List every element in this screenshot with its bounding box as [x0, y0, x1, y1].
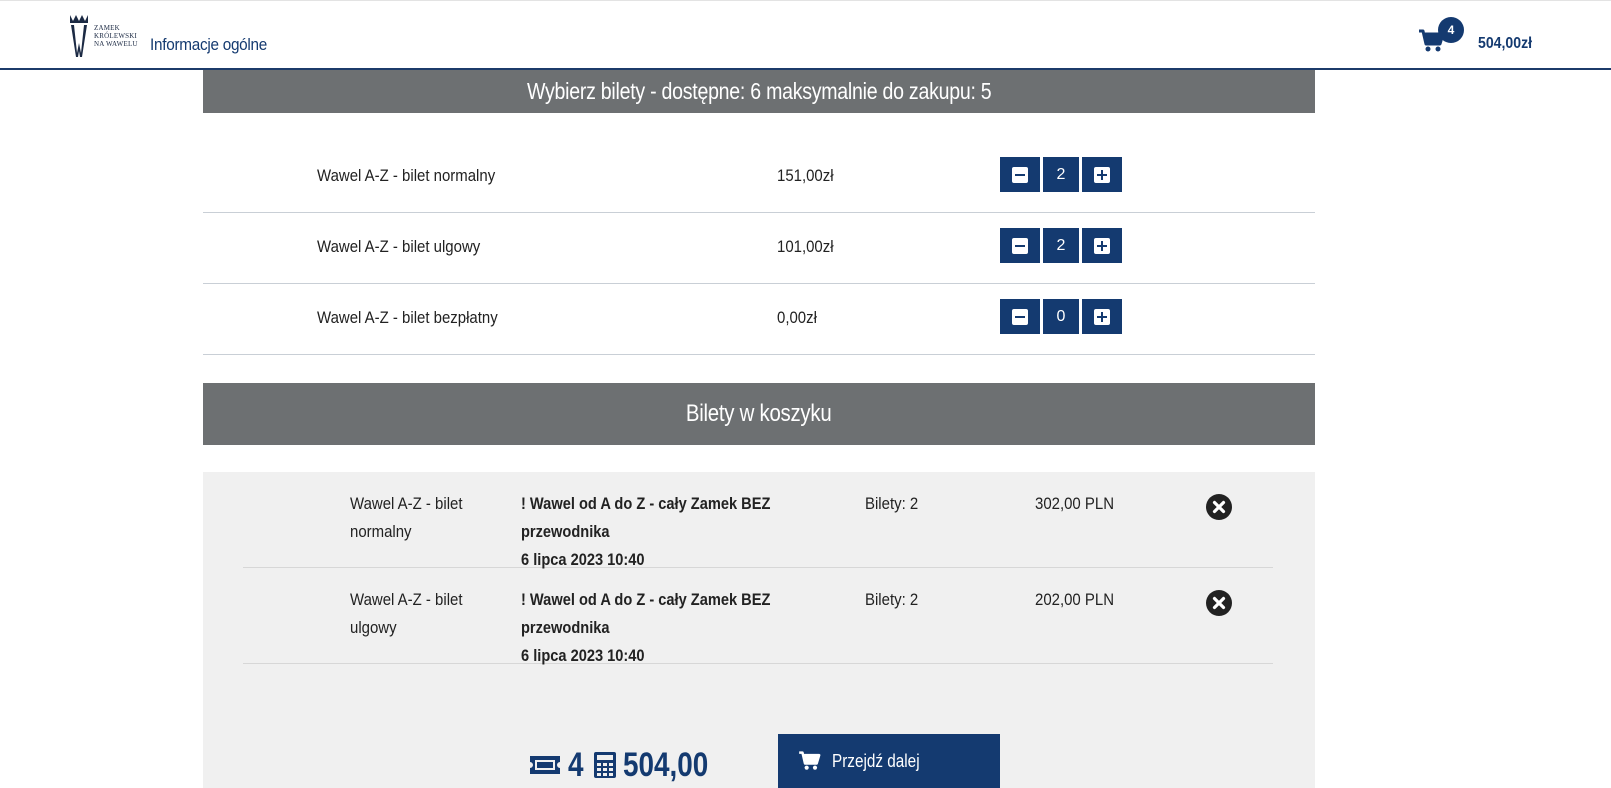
- cart-item-count: Bilety: 2: [865, 494, 919, 513]
- cart-item: Wawel A-Z - bilet normalny ! Wawel od A …: [243, 472, 1273, 569]
- minus-icon: [1012, 166, 1028, 183]
- cart-item-count: Bilety: 2: [865, 590, 919, 609]
- quantity-value: 2: [1043, 157, 1079, 192]
- logo-line-1: ZAMEK: [94, 24, 120, 32]
- cart-tickets-title: Bilety w koszyku: [686, 400, 832, 427]
- cart-item-tour: ! Wawel od A do Z - cały Zamek BEZ przew…: [521, 494, 771, 541]
- plus-icon: [1094, 308, 1110, 325]
- summary-ticket-count: 4: [568, 745, 584, 784]
- cart-item-date: 6 lipca 2023 10:40: [521, 646, 645, 665]
- ticket-row-free: Wawel A-Z - bilet bezpłatny 0,00zł 0: [203, 284, 1315, 355]
- header-cart[interactable]: 4 504,00zł: [1418, 17, 1538, 57]
- cart-icon: [799, 751, 821, 770]
- cart-item-name: Wawel A-Z - bilet normalny: [350, 494, 463, 541]
- cart-total: 504,00zł: [1478, 35, 1533, 52]
- site-logo[interactable]: ZAMEK KRÓLEWSKI NA WAWELU: [68, 13, 138, 59]
- increase-button[interactable]: [1082, 157, 1122, 192]
- top-bar: ZAMEK KRÓLEWSKI NA WAWELU Informacje ogó…: [0, 0, 1611, 70]
- cart-item: Wawel A-Z - bilet ulgowy ! Wawel od A do…: [243, 568, 1273, 665]
- quantity-stepper: 2: [1000, 228, 1122, 263]
- ticket-price: 101,00zł: [777, 237, 834, 256]
- ticket-name: Wawel A-Z - bilet ulgowy: [317, 237, 481, 256]
- ticket-price: 0,00zł: [777, 308, 817, 327]
- decrease-button[interactable]: [1000, 157, 1040, 192]
- ticket-price: 151,00zł: [777, 166, 834, 185]
- increase-button[interactable]: [1082, 228, 1122, 263]
- cart-item-description: ! Wawel od A do Z - cały Zamek BEZ przew…: [521, 490, 796, 574]
- ticket-row-reduced: Wawel A-Z - bilet ulgowy 101,00zł 2: [203, 213, 1315, 284]
- cart-summary: 4 504,00: [528, 742, 727, 788]
- remove-icon[interactable]: [1206, 590, 1232, 616]
- quantity-value: 0: [1043, 299, 1079, 334]
- logo-line-2: KRÓLEWSKI: [94, 32, 138, 40]
- select-tickets-header: Wybierz bilety - dostępne: 6 maksymalnie…: [203, 70, 1315, 113]
- crown-logo-icon: [70, 15, 88, 57]
- cart-item-name: Wawel A-Z - bilet ulgowy: [350, 590, 463, 637]
- cart-panel: Wawel A-Z - bilet normalny ! Wawel od A …: [203, 472, 1315, 788]
- cart-item-tour: ! Wawel od A do Z - cały Zamek BEZ przew…: [521, 590, 771, 637]
- cart-count-badge: 4: [1438, 17, 1464, 43]
- decrease-button[interactable]: [1000, 228, 1040, 263]
- remove-icon[interactable]: [1206, 494, 1232, 520]
- cart-item-price: 202,00 PLN: [1035, 590, 1115, 609]
- summary-total: 504,00: [622, 745, 709, 784]
- select-tickets-title: Wybierz bilety - dostępne: 6 maksymalnie…: [526, 78, 992, 104]
- logo-text: ZAMEK KRÓLEWSKI NA WAWELU: [94, 24, 138, 48]
- proceed-button[interactable]: Przejdź dalej: [778, 734, 1000, 788]
- decrease-button[interactable]: [1000, 299, 1040, 334]
- plus-icon: [1094, 166, 1110, 183]
- calculator-icon: [593, 752, 616, 778]
- cart-item-description: ! Wawel od A do Z - cały Zamek BEZ przew…: [521, 586, 796, 670]
- logo-line-3: NA WAWELU: [94, 40, 138, 48]
- minus-icon: [1012, 308, 1028, 325]
- quantity-stepper: 0: [1000, 299, 1122, 334]
- ticket-row-normal: Wawel A-Z - bilet normalny 151,00zł 2: [203, 142, 1315, 213]
- increase-button[interactable]: [1082, 299, 1122, 334]
- ticket-name: Wawel A-Z - bilet normalny: [317, 166, 496, 185]
- plus-icon: [1094, 237, 1110, 254]
- cart-tickets-header: Bilety w koszyku: [203, 383, 1315, 445]
- quantity-value: 2: [1043, 228, 1079, 263]
- quantity-stepper: 2: [1000, 157, 1122, 192]
- proceed-button-label: Przejdź dalej: [832, 750, 920, 771]
- cart-item-price: 302,00 PLN: [1035, 494, 1115, 513]
- ticket-name: Wawel A-Z - bilet bezpłatny: [317, 308, 498, 327]
- nav-general-info[interactable]: Informacje ogólne: [150, 35, 267, 55]
- minus-icon: [1012, 237, 1028, 254]
- ticket-icon: [530, 756, 560, 774]
